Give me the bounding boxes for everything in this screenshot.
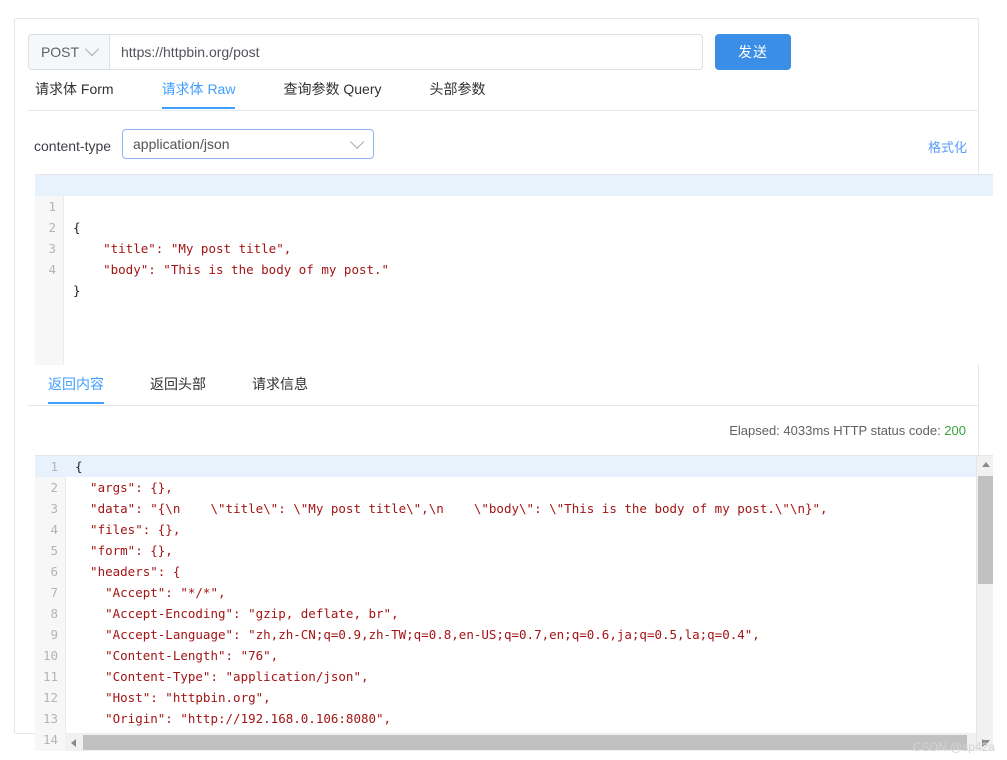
api-debug-window: POST 发送 请求体 Form 请求体 Raw 查询参数 Query 头部参数… xyxy=(0,0,1007,760)
line-text: "args": {}, xyxy=(75,480,173,495)
request-response-panel: POST 发送 请求体 Form 请求体 Raw 查询参数 Query 头部参数… xyxy=(14,18,993,751)
line-number: 7 xyxy=(50,585,58,600)
triangle-left-icon[interactable] xyxy=(65,734,82,751)
response-tabs: 返回内容 返回头部 请求信息 xyxy=(28,367,979,406)
line-text: "Accept-Language": "zh,zh-CN;q=0.9,zh-TW… xyxy=(75,627,760,642)
line-number: 5 xyxy=(50,543,58,558)
code-line: 3 "data": "{\n \"title\": \"My post titl… xyxy=(35,498,993,519)
code-line: 2 "args": {}, xyxy=(35,477,993,498)
send-button[interactable]: 发送 xyxy=(715,34,791,70)
line-text: } xyxy=(73,283,81,298)
chevron-down-icon xyxy=(350,134,365,149)
vertical-scrollbar-thumb[interactable] xyxy=(978,476,993,584)
line-number: 12 xyxy=(42,690,58,705)
line-text: "Content-Length": "76", xyxy=(75,648,279,663)
tab-query-params[interactable]: 查询参数 Query xyxy=(283,72,381,109)
request-url-bar: POST 发送 xyxy=(28,34,966,70)
code-line: 12 "Host": "httpbin.org", xyxy=(35,687,993,708)
code-line: 8 "Accept-Encoding": "gzip, deflate, br"… xyxy=(35,603,993,624)
response-vertical-scrollbar[interactable] xyxy=(976,456,993,751)
elapsed-and-status-text: Elapsed: 4033ms HTTP status code: xyxy=(729,423,945,438)
line-number: 3 xyxy=(50,501,58,516)
line-text: "Origin": "http://192.168.0.106:8080", xyxy=(75,711,392,726)
code-line: 6 "headers": { xyxy=(35,561,993,582)
status-code-value: 200 xyxy=(944,423,966,438)
code-line: 2 "title": "My post title", xyxy=(35,196,993,256)
line-text: "Accept-Encoding": "gzip, deflate, br", xyxy=(75,606,399,621)
http-method-label: POST xyxy=(40,44,80,60)
response-horizontal-scrollbar[interactable] xyxy=(65,733,987,751)
code-line: 1 { xyxy=(35,175,993,235)
http-method-select[interactable]: POST xyxy=(28,34,109,70)
horizontal-scrollbar-thumb[interactable] xyxy=(83,735,967,750)
line-number: 11 xyxy=(42,669,58,684)
line-text: "data": "{\n \"title\": \"My post title\… xyxy=(75,501,828,516)
line-text: "Content-Type": "application/json", xyxy=(75,669,369,684)
code-line: 3 "body": "This is the body of my post." xyxy=(35,217,993,277)
code-line: 5 "form": {}, xyxy=(35,540,993,561)
tab-request-info[interactable]: 请求信息 xyxy=(252,367,308,404)
line-number: 1 xyxy=(50,459,58,474)
line-text: "form": {}, xyxy=(75,543,173,558)
response-status-line: Elapsed: 4033ms HTTP status code: 200 xyxy=(729,423,966,438)
code-line: 1{ xyxy=(35,456,993,477)
line-number: 6 xyxy=(50,564,58,579)
url-input[interactable] xyxy=(109,34,703,70)
line-number: 13 xyxy=(42,711,58,726)
line-text: "headers": { xyxy=(75,564,181,579)
code-line: 4 } xyxy=(35,238,993,298)
tab-request-body-form[interactable]: 请求体 Form xyxy=(35,72,114,109)
watermark: CSDN @sp42a xyxy=(912,740,995,754)
tab-response-headers[interactable]: 返回头部 xyxy=(150,367,206,404)
request-tabs: 请求体 Form 请求体 Raw 查询参数 Query 头部参数 xyxy=(28,72,979,111)
content-type-row: content-type application/json 格式化 xyxy=(21,129,979,163)
code-line: 13 "Origin": "http://192.168.0.106:8080"… xyxy=(35,708,993,729)
code-line: 11 "Content-Type": "application/json", xyxy=(35,666,993,687)
code-line: 7 "Accept": "*/*", xyxy=(35,582,993,603)
content-type-value: application/json xyxy=(133,136,230,152)
line-text: "body": "This is the body of my post." xyxy=(73,262,390,277)
line-number: 2 xyxy=(50,480,58,495)
line-text: "Accept": "*/*", xyxy=(75,585,226,600)
request-code-area[interactable]: 1 { 2 "title": "My post title", 3 "body"… xyxy=(35,175,993,365)
tab-header-params[interactable]: 头部参数 xyxy=(429,72,485,109)
format-json-link[interactable]: 格式化 xyxy=(928,137,967,156)
request-body-editor[interactable]: 1 { 2 "title": "My post title", 3 "body"… xyxy=(35,174,993,365)
triangle-up-icon[interactable] xyxy=(977,456,993,473)
content-type-label: content-type xyxy=(34,138,112,154)
line-text: "files": {}, xyxy=(75,522,181,537)
tab-response-body[interactable]: 返回内容 xyxy=(48,367,104,404)
line-number: 4 xyxy=(48,262,56,277)
response-body-viewer[interactable]: 1{2 "args": {}, 3 "data": "{\n \"title\":… xyxy=(35,455,993,751)
line-number: 4 xyxy=(50,522,58,537)
line-text: "Host": "httpbin.org", xyxy=(75,690,271,705)
line-number: 14 xyxy=(42,732,58,747)
tab-request-body-raw[interactable]: 请求体 Raw xyxy=(161,72,235,109)
line-number: 10 xyxy=(42,648,58,663)
chevron-down-icon xyxy=(84,42,100,57)
code-line: 9 "Accept-Language": "zh,zh-CN;q=0.9,zh-… xyxy=(35,624,993,645)
code-line: 4 "files": {}, xyxy=(35,519,993,540)
line-number: 9 xyxy=(50,627,58,642)
line-number: 8 xyxy=(50,606,58,621)
content-type-select[interactable]: application/json xyxy=(122,129,374,159)
code-line: 10 "Content-Length": "76", xyxy=(35,645,993,666)
line-text: { xyxy=(75,459,83,474)
response-code-area[interactable]: 1{2 "args": {}, 3 "data": "{\n \"title\":… xyxy=(35,456,993,751)
